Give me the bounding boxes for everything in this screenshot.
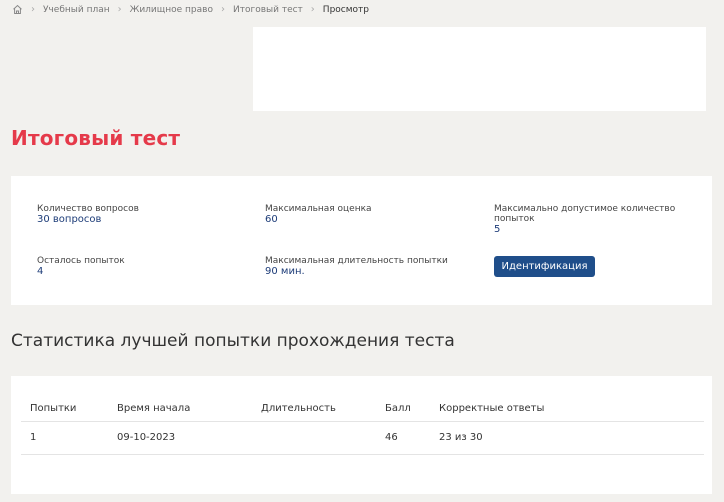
cell-attempt: 1 [21, 421, 108, 455]
info-max-score: Максимальная оценка 60 [265, 204, 372, 225]
stats-table-panel: Попытки Время начала Длительность Балл К… [11, 376, 712, 494]
info-max-attempts-label: Максимально допустимое количество попыто… [494, 204, 676, 224]
test-info-panel: Количество вопросов 30 вопросов Максимал… [11, 176, 712, 305]
identification-button[interactable]: Идентификация [494, 256, 595, 277]
page-title: Итоговый тест [11, 126, 181, 150]
breadcrumb: › Учебный план › Жилищное право › Итогов… [12, 3, 369, 16]
info-attempts-left: Осталось попыток 4 [37, 256, 125, 277]
breadcrumb-separator-icon: › [220, 4, 225, 15]
breadcrumb-item-test[interactable]: Итоговый тест [233, 5, 303, 15]
stats-table: Попытки Время начала Длительность Балл К… [21, 396, 704, 455]
breadcrumb-separator-icon: › [117, 4, 122, 15]
column-header-correct-answers: Корректные ответы [430, 396, 704, 422]
info-attempts-left-label: Осталось попыток [37, 256, 125, 266]
info-questions: Количество вопросов 30 вопросов [37, 204, 139, 225]
home-icon[interactable] [12, 4, 23, 15]
breadcrumb-separator-icon: › [31, 4, 35, 15]
info-attempts-left-value: 4 [37, 266, 44, 277]
info-max-score-label: Максимальная оценка [265, 204, 372, 214]
table-header-row: Попытки Время начала Длительность Балл К… [21, 396, 704, 422]
info-max-attempts: Максимально допустимое количество попыто… [494, 204, 694, 235]
breadcrumb-item-plan[interactable]: Учебный план [43, 5, 110, 15]
info-max-duration-label: Максимальная длительность попытки [265, 256, 448, 266]
column-header-duration: Длительность [252, 396, 376, 422]
info-max-score-value: 60 [265, 214, 278, 225]
cell-score: 46 [376, 421, 430, 455]
banner-placeholder [253, 27, 706, 111]
column-header-start-time: Время начала [108, 396, 252, 422]
stats-section-title: Статистика лучшей попытки прохождения те… [11, 331, 455, 351]
breadcrumb-separator-icon: › [310, 4, 315, 15]
column-header-score: Балл [376, 396, 430, 422]
column-header-attempts: Попытки [21, 396, 108, 422]
table-row: 1 09-10-2023 46 23 из 30 [21, 421, 704, 455]
cell-correct-answers: 23 из 30 [430, 421, 704, 455]
info-max-attempts-value: 5 [494, 224, 501, 235]
breadcrumb-item-current: Просмотр [322, 4, 369, 15]
breadcrumb-item-course[interactable]: Жилищное право [130, 5, 213, 15]
info-questions-label: Количество вопросов [37, 204, 139, 214]
info-max-duration: Максимальная длительность попытки 90 мин… [265, 256, 448, 277]
info-max-duration-value: 90 мин. [265, 266, 305, 277]
cell-start-time: 09-10-2023 [108, 421, 252, 455]
cell-duration [252, 421, 376, 455]
info-questions-value: 30 вопросов [37, 214, 102, 225]
